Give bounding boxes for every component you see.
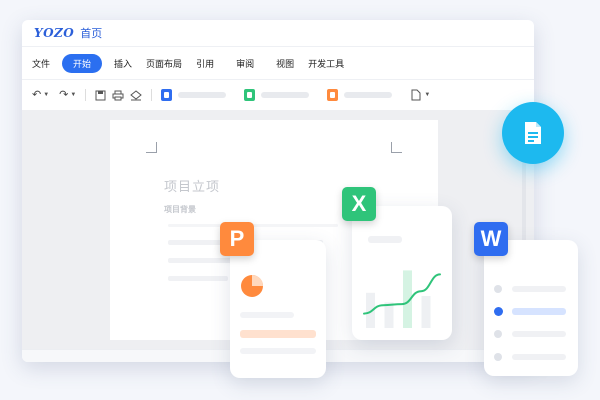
presentation-badge: P bbox=[220, 222, 254, 256]
document-title: 项目立项 bbox=[164, 179, 221, 194]
text-line bbox=[512, 331, 566, 337]
menu-file[interactable]: 文件 bbox=[32, 57, 50, 70]
quick-toolbar: ↶ ▼ ↷ ▼ ▼ bbox=[22, 80, 534, 111]
text-line bbox=[368, 236, 402, 243]
crop-mark bbox=[391, 142, 402, 153]
bullet-icon bbox=[494, 353, 502, 361]
document-subtitle: 项目背景 bbox=[164, 205, 196, 214]
excel-file-icon[interactable] bbox=[244, 89, 256, 101]
menu-insert[interactable]: 插入 bbox=[114, 57, 132, 70]
file-name-placeholder bbox=[178, 92, 227, 98]
redo-dropdown-icon[interactable]: ▼ bbox=[70, 92, 76, 98]
toolbar-divider bbox=[151, 89, 153, 101]
presentation-card[interactable] bbox=[230, 240, 326, 378]
highlight-line bbox=[240, 330, 316, 338]
word-file-icon[interactable] bbox=[327, 89, 339, 101]
new-document-icon[interactable] bbox=[410, 89, 422, 101]
chart-bar bbox=[421, 296, 431, 328]
pie-chart-icon bbox=[241, 275, 263, 297]
chart-bar bbox=[384, 302, 394, 328]
text-line bbox=[240, 348, 316, 354]
text-line bbox=[512, 286, 566, 292]
print-icon[interactable] bbox=[112, 90, 124, 101]
yozo-logo: YOZO bbox=[34, 26, 75, 40]
file-name-placeholder bbox=[344, 92, 393, 98]
menu-start[interactable]: 开始 bbox=[62, 53, 103, 73]
text-line bbox=[168, 276, 228, 281]
bullet-icon bbox=[494, 285, 502, 293]
ppt-file-icon[interactable] bbox=[161, 89, 173, 101]
bullet-icon bbox=[494, 330, 502, 338]
spreadsheet-card[interactable] bbox=[352, 206, 452, 340]
eraser-icon[interactable] bbox=[130, 89, 143, 101]
home-tab[interactable]: 首页 bbox=[80, 25, 102, 41]
file-name-placeholder bbox=[261, 92, 310, 98]
writer-badge: W bbox=[474, 222, 508, 256]
titlebar: YOZO 首页 bbox=[22, 20, 534, 47]
spreadsheet-chart bbox=[363, 270, 441, 328]
menu-review[interactable]: 审阅 bbox=[236, 57, 254, 70]
undo-dropdown-icon[interactable]: ▼ bbox=[43, 92, 49, 98]
bullet-selected-icon bbox=[494, 307, 503, 316]
highlight-line bbox=[512, 308, 566, 315]
undo-icon[interactable]: ↶ bbox=[32, 89, 41, 101]
document-fab[interactable] bbox=[502, 102, 564, 164]
crop-mark bbox=[146, 142, 157, 153]
menu-developer-tools[interactable]: 开发工具 bbox=[308, 57, 344, 70]
menu-reference[interactable]: 引用 bbox=[196, 57, 214, 70]
save-icon[interactable] bbox=[95, 90, 106, 101]
spreadsheet-badge: X bbox=[342, 187, 376, 221]
menu-view[interactable]: 视图 bbox=[276, 57, 294, 70]
redo-icon[interactable]: ↷ bbox=[59, 89, 68, 101]
ribbon-menu: 文件 开始 插入 页面布局 引用 审阅 视图 开发工具 bbox=[22, 47, 534, 80]
new-document-dropdown-icon[interactable]: ▼ bbox=[424, 92, 430, 98]
writer-card[interactable] bbox=[484, 240, 578, 376]
toolbar-divider bbox=[85, 89, 87, 101]
document-icon bbox=[525, 122, 541, 144]
menu-page-layout[interactable]: 页面布局 bbox=[146, 57, 182, 70]
text-line bbox=[512, 354, 566, 360]
text-line bbox=[240, 312, 294, 318]
